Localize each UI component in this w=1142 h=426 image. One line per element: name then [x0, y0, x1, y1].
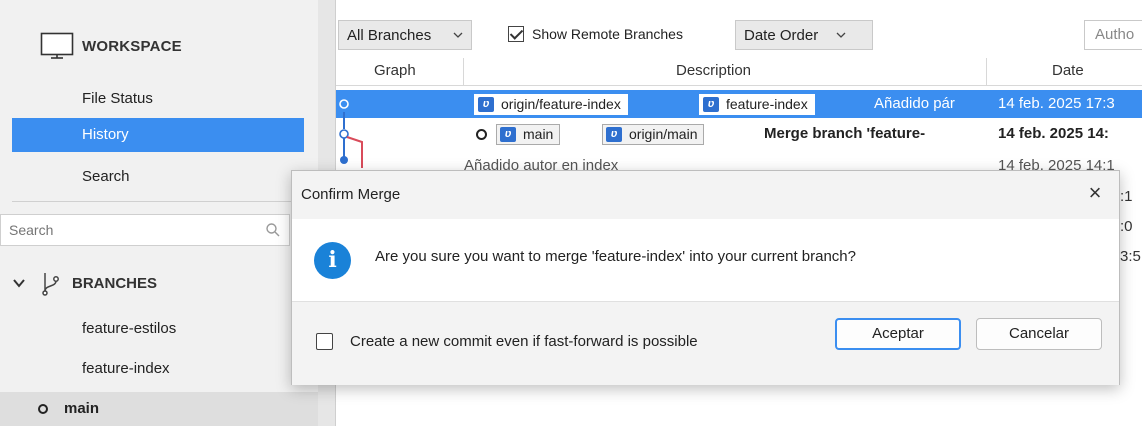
sourcetree-window: WORKSPACE File Status History Search BRA… [0, 0, 1142, 426]
dialog-footer: Create a new commit even if fast-forward… [292, 301, 1119, 385]
branch-tag-label: feature-index [726, 96, 808, 112]
nav-history[interactable]: History [12, 118, 304, 152]
dialog-title: Confirm Merge [301, 186, 401, 203]
monitor-icon [40, 32, 74, 59]
branch-tag-label: origin/feature-index [501, 96, 621, 112]
branch-badge-icon: ʋ [478, 97, 494, 112]
commit-row[interactable]: ʋ origin/feature-index ʋ feature-index Aña… [336, 90, 1142, 118]
column-divider[interactable] [986, 58, 987, 86]
all-branches-label: All Branches [347, 26, 432, 44]
info-icon: i [314, 242, 351, 279]
column-divider[interactable] [463, 58, 464, 86]
show-remote-label: Show Remote Branches [532, 26, 683, 42]
branch-tag-label: main [523, 126, 554, 142]
branch-tag[interactable]: ʋ feature-index [699, 94, 815, 115]
graph-node [339, 99, 349, 109]
branch-feature-estilos[interactable]: feature-estilos [0, 312, 318, 346]
column-graph[interactable]: Graph [374, 62, 416, 79]
author-filter-input[interactable]: Autho [1084, 20, 1142, 50]
history-toolbar: All Branches Show Remote Branches Date O… [336, 20, 1142, 52]
branch-badge-icon: ʋ [703, 97, 719, 112]
workspace-header: WORKSPACE [40, 32, 182, 60]
show-remote-toggle[interactable]: Show Remote Branches [508, 26, 683, 42]
chevron-down-icon [13, 279, 25, 288]
accept-button[interactable]: Aceptar [835, 318, 961, 350]
sidebar-divider [12, 201, 306, 202]
commit-date: 14 feb. 2025 14: [998, 125, 1109, 142]
branch-main-current[interactable]: main [0, 392, 318, 426]
close-icon[interactable]: × [1081, 179, 1109, 207]
column-description[interactable]: Description [676, 62, 751, 79]
branches-label: BRANCHES [72, 274, 158, 292]
branch-main-label: main [64, 400, 100, 417]
nav-search[interactable]: Search [12, 160, 304, 194]
branch-tag-label: origin/main [629, 126, 698, 142]
branch-tag[interactable]: ʋ origin/main [602, 124, 705, 145]
branch-tag[interactable]: ʋ main [496, 124, 561, 145]
show-remote-checkbox[interactable] [508, 26, 524, 42]
commit-date-fragment: :0 [1120, 218, 1133, 235]
search-icon [266, 223, 280, 237]
head-marker-icon [476, 129, 487, 140]
commit-date-fragment: :1 [1120, 188, 1133, 205]
workspace-label: WORKSPACE [82, 37, 182, 55]
branch-icon [42, 273, 59, 296]
commit-description: Merge branch 'feature- [764, 125, 926, 142]
nav-file-status[interactable]: File Status [12, 82, 304, 116]
history-column-headers: Graph Description Date [336, 58, 1142, 86]
date-order-dropdown[interactable]: Date Order [735, 20, 873, 50]
commit-date: 14 feb. 2025 17:3 [998, 95, 1115, 112]
branch-tag[interactable]: ʋ origin/feature-index [474, 94, 628, 115]
chevron-down-icon [836, 32, 846, 38]
sidebar-search[interactable] [0, 214, 290, 246]
dialog-title-bar: Confirm Merge × [292, 171, 1119, 219]
commit-date-fragment: 3:5 [1120, 248, 1141, 265]
column-date[interactable]: Date [1052, 62, 1084, 79]
branches-section-header[interactable]: BRANCHES [12, 270, 157, 296]
cancel-button[interactable]: Cancelar [976, 318, 1102, 350]
confirm-merge-dialog: Confirm Merge × i Are you sure you want … [291, 170, 1120, 385]
date-order-label: Date Order [744, 26, 819, 44]
commit-row[interactable]: ʋ main ʋ origin/main Merge branch 'feature… [336, 112, 1142, 168]
branch-badge-icon: ʋ [500, 127, 516, 142]
sidebar-search-input[interactable] [9, 222, 249, 238]
commit-description: Añadido pár [874, 95, 955, 112]
fast-forward-label[interactable]: Create a new commit even if fast-forward… [350, 332, 750, 352]
branch-badge-icon: ʋ [606, 127, 622, 142]
branch-feature-index[interactable]: feature-index [0, 352, 318, 386]
dialog-message: Are you sure you want to merge 'feature-… [375, 248, 856, 265]
chevron-down-icon [453, 32, 463, 38]
dialog-body: i Are you sure you want to merge 'featur… [292, 219, 1119, 301]
fast-forward-checkbox[interactable] [316, 333, 333, 350]
all-branches-dropdown[interactable]: All Branches [338, 20, 472, 50]
current-branch-dot [38, 404, 48, 415]
sidebar: WORKSPACE File Status History Search BRA… [0, 0, 318, 426]
